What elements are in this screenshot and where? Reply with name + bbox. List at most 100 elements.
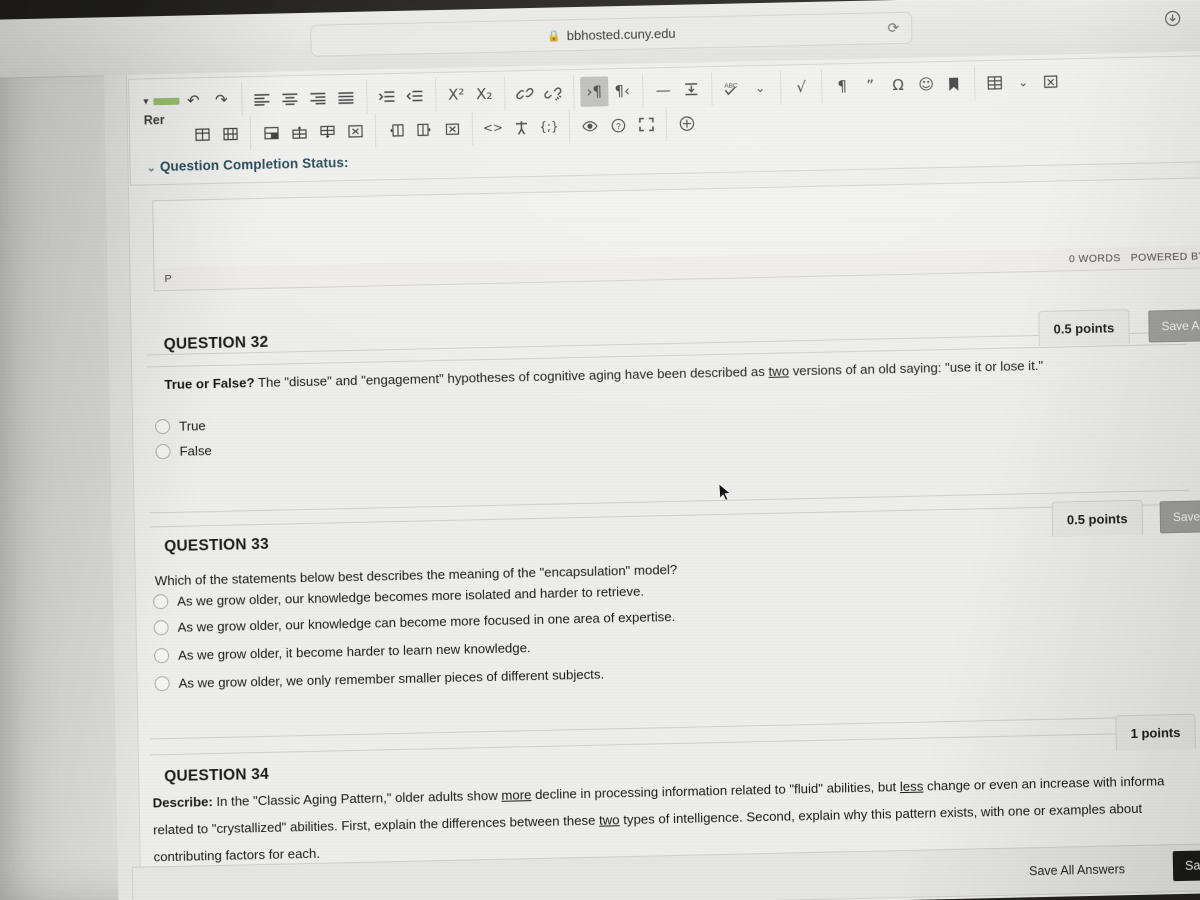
question-prompt-part-a-q32: The "disuse" and "engagement" hypotheses… (254, 363, 769, 391)
delete-row-icon[interactable] (341, 116, 370, 147)
toolbar-group-script: X² X₂ (436, 76, 506, 113)
math-equation-icon[interactable]: √ (787, 72, 816, 103)
q34-line2-a: related to "crystallized" abilities. Fir… (153, 812, 600, 838)
radio-button-icon[interactable] (154, 418, 171, 435)
answer-option-q33-2[interactable]: As we grow older, our knowledge can beco… (153, 608, 676, 636)
blockquote-icon[interactable]: ” (856, 70, 885, 101)
toolbar-group-align (242, 79, 368, 117)
table-cell-properties-icon[interactable] (257, 117, 286, 148)
q34-line1-a: In the "Classic Aging Pattern," older ad… (212, 787, 502, 810)
undo-icon[interactable]: ↶ (179, 85, 208, 116)
chevron-down-icon: ⌄ (146, 162, 157, 175)
delete-column-icon[interactable] (438, 113, 467, 144)
question-header-q32: QUESTION 32 (163, 333, 269, 354)
question-prompt-bold-q34: Describe: (152, 794, 213, 811)
toolbar-group-indent (367, 78, 437, 114)
table-row-properties-icon[interactable] (216, 118, 245, 149)
save-answer-button-q32[interactable]: Save Answer (1148, 308, 1200, 343)
add-content-icon[interactable] (673, 108, 702, 139)
spellcheck-icon[interactable]: ABC (718, 73, 747, 104)
anchor-icon[interactable] (940, 68, 969, 99)
insert-placeholder-icon[interactable]: {;} (535, 111, 564, 142)
align-center-icon[interactable] (276, 83, 305, 114)
insert-page-break-icon[interactable] (677, 74, 706, 105)
download-icon[interactable] (1164, 10, 1181, 32)
save-all-answers-button[interactable]: Save All Answers (1029, 862, 1125, 878)
question-separator (149, 503, 1190, 528)
save-and-submit-label: Save an (1184, 858, 1200, 873)
answer-option-label: True (178, 418, 206, 434)
answer-option-label: As we grow older, our knowledge can beco… (177, 608, 676, 635)
accessibility-checker-icon[interactable] (507, 112, 536, 143)
spellcheck-dropdown-icon[interactable]: ⌄ (746, 73, 775, 104)
lock-icon: 🔒 (546, 29, 561, 43)
indent-decrease-icon[interactable] (401, 80, 430, 111)
tinymce-toolbar: ▼ ↶ ↷ X² X₂ ›¶ ¶‹ — ABC ⌄ √ ¶ ” Ω ☺ ⌄ <>… (128, 54, 1200, 186)
fullscreen-icon[interactable] (632, 109, 661, 140)
table-properties-icon[interactable] (188, 119, 217, 150)
ltr-direction-icon[interactable]: ›¶ (580, 76, 609, 107)
save-answer-button-q33[interactable]: Save Answer (1159, 499, 1200, 534)
insert-column-after-icon[interactable] (410, 114, 439, 145)
answer-option-q33-3[interactable]: As we grow older, it become harder to le… (153, 640, 531, 664)
insert-column-before-icon[interactable] (382, 115, 411, 146)
save-and-submit-button[interactable]: Save an (1172, 849, 1200, 882)
points-tab-q34: 1 points (1115, 713, 1196, 751)
redo-icon[interactable]: ↷ (207, 84, 236, 115)
radio-button-icon[interactable] (153, 620, 169, 636)
superscript-icon[interactable]: X² (442, 79, 471, 110)
toolbar-group-table-props (181, 116, 252, 152)
reword-label: Rer (143, 112, 165, 128)
format-tag-label[interactable]: P (164, 273, 171, 285)
question-prompt-part-b-q32: versions of an old saying: "use it or lo… (788, 357, 1044, 379)
help-icon[interactable]: ? (604, 110, 633, 141)
align-right-icon[interactable] (304, 82, 333, 113)
table-dropdown-icon[interactable]: ⌄ (1009, 67, 1038, 98)
radio-button-icon[interactable] (153, 594, 169, 610)
toggle-toolbar-caret-icon[interactable]: ▼ (141, 96, 150, 106)
insert-row-above-icon[interactable] (285, 117, 314, 148)
preview-icon[interactable] (576, 110, 605, 141)
question-completion-status[interactable]: ⌄ Question Completion Status: (146, 155, 349, 175)
emoticon-icon[interactable]: ☺ (912, 69, 941, 100)
insert-link-icon[interactable] (511, 78, 540, 109)
svg-text:ABC: ABC (724, 82, 738, 89)
align-left-icon[interactable] (248, 84, 277, 115)
remove-link-icon[interactable] (539, 77, 568, 108)
answer-option-q32-false[interactable]: False (155, 443, 212, 460)
paragraph-mark-icon[interactable]: ¶ (828, 71, 857, 102)
page-gutter (103, 74, 142, 900)
q34-line2-b: types of intelligence. Second, explain w… (619, 800, 1143, 828)
rtl-direction-icon[interactable]: ¶‹ (608, 76, 637, 107)
delete-table-icon[interactable] (1037, 66, 1066, 97)
reload-icon[interactable]: ⟳ (887, 19, 899, 36)
radio-button-icon[interactable] (154, 676, 170, 692)
points-tab-q32: 0.5 points (1038, 309, 1130, 346)
radio-button-icon[interactable] (153, 648, 170, 664)
radio-button-icon[interactable] (155, 443, 171, 460)
insert-row-below-icon[interactable] (313, 116, 342, 147)
source-code-icon[interactable]: <> (479, 113, 508, 144)
address-bar[interactable]: 🔒 bbhosted.cuny.edu ⟳ (310, 11, 913, 57)
points-label-q34: 1 points (1130, 724, 1181, 741)
toolbar-group-cell (250, 113, 377, 151)
toolbar-group-view: ? (569, 107, 668, 144)
question-prompt-q32: True or False? The "disuse" and "engagem… (164, 354, 1064, 395)
answer-option-label: As we grow older, it become harder to le… (177, 640, 531, 663)
subscript-icon[interactable]: X₂ (470, 79, 499, 110)
special-character-icon[interactable]: Ω (884, 70, 913, 101)
points-label-q32: 0.5 points (1053, 319, 1115, 337)
toolbar-group-link (504, 75, 575, 111)
answer-option-q32-true[interactable]: True (154, 418, 206, 435)
horizontal-rule-icon[interactable]: — (649, 75, 678, 106)
indent-increase-icon[interactable] (373, 81, 402, 112)
insert-table-icon[interactable] (981, 68, 1010, 99)
powered-by-label: POWERED BY TINY (1130, 250, 1200, 264)
question-header-q34: QUESTION 34 (164, 765, 270, 786)
align-justify-icon[interactable] (332, 82, 361, 113)
question-header-q33: QUESTION 33 (164, 535, 270, 556)
toolbar-group-math: √ (780, 69, 823, 105)
toolbar-group-direction: ›¶ ¶‹ (573, 73, 644, 110)
answer-option-q33-4[interactable]: As we grow older, we only remember small… (154, 667, 604, 692)
question-separator (146, 331, 1187, 356)
